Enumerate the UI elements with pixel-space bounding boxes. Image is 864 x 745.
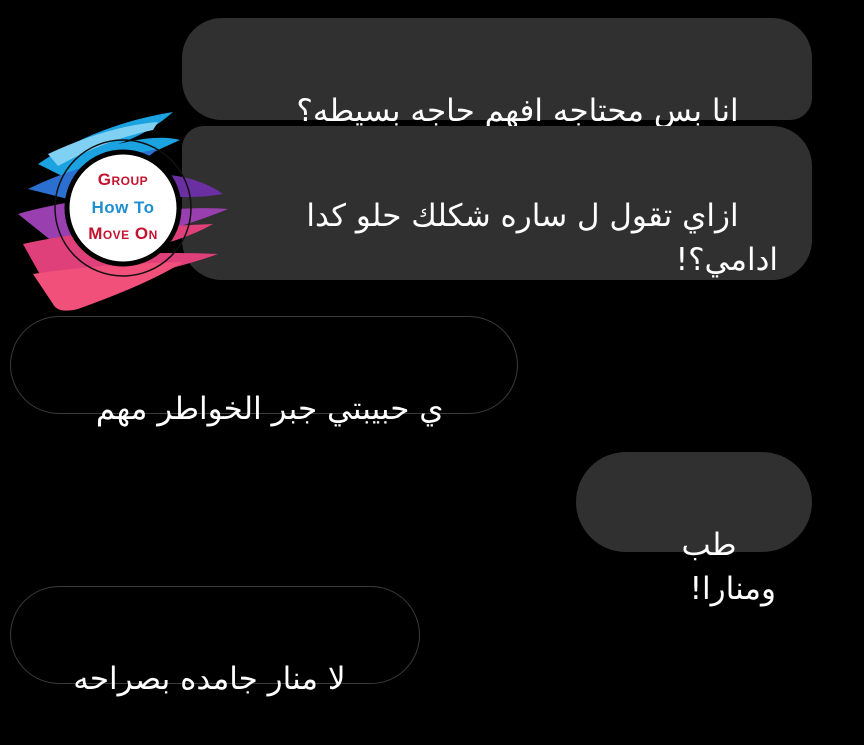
group-logo-watermark: Group How To Move On (8, 104, 238, 320)
message-text: طب ومنارا! (671, 527, 776, 607)
received-message-bubble[interactable]: لا منار جامده بصراحه (10, 586, 420, 697)
message-text: لا منار جامده بصراحه (73, 661, 346, 697)
message-text: انا بس محتاجه افهم حاجه بسيطه؟ (296, 93, 739, 129)
sent-message-bubble[interactable]: طب ومنارا! (576, 452, 812, 607)
message-text: ي حبيبتي جبر الخواطر مهم (95, 391, 444, 427)
message-text: ازاي تقول ل ساره شكلك حلو كدا ادامي؟! (306, 198, 778, 278)
sent-message-bubble[interactable]: انا بس محتاجه افهم حاجه بسيطه؟ (182, 18, 812, 129)
watermark-line-2: How To (91, 198, 155, 217)
sent-message-bubble[interactable]: ازاي تقول ل ساره شكلك حلو كدا ادامي؟! (182, 126, 812, 280)
watermark-line-1: Group (97, 170, 149, 189)
watermark-line-3: Move On (88, 224, 158, 243)
received-message-bubble[interactable]: ي حبيبتي جبر الخواطر مهم (10, 316, 518, 427)
